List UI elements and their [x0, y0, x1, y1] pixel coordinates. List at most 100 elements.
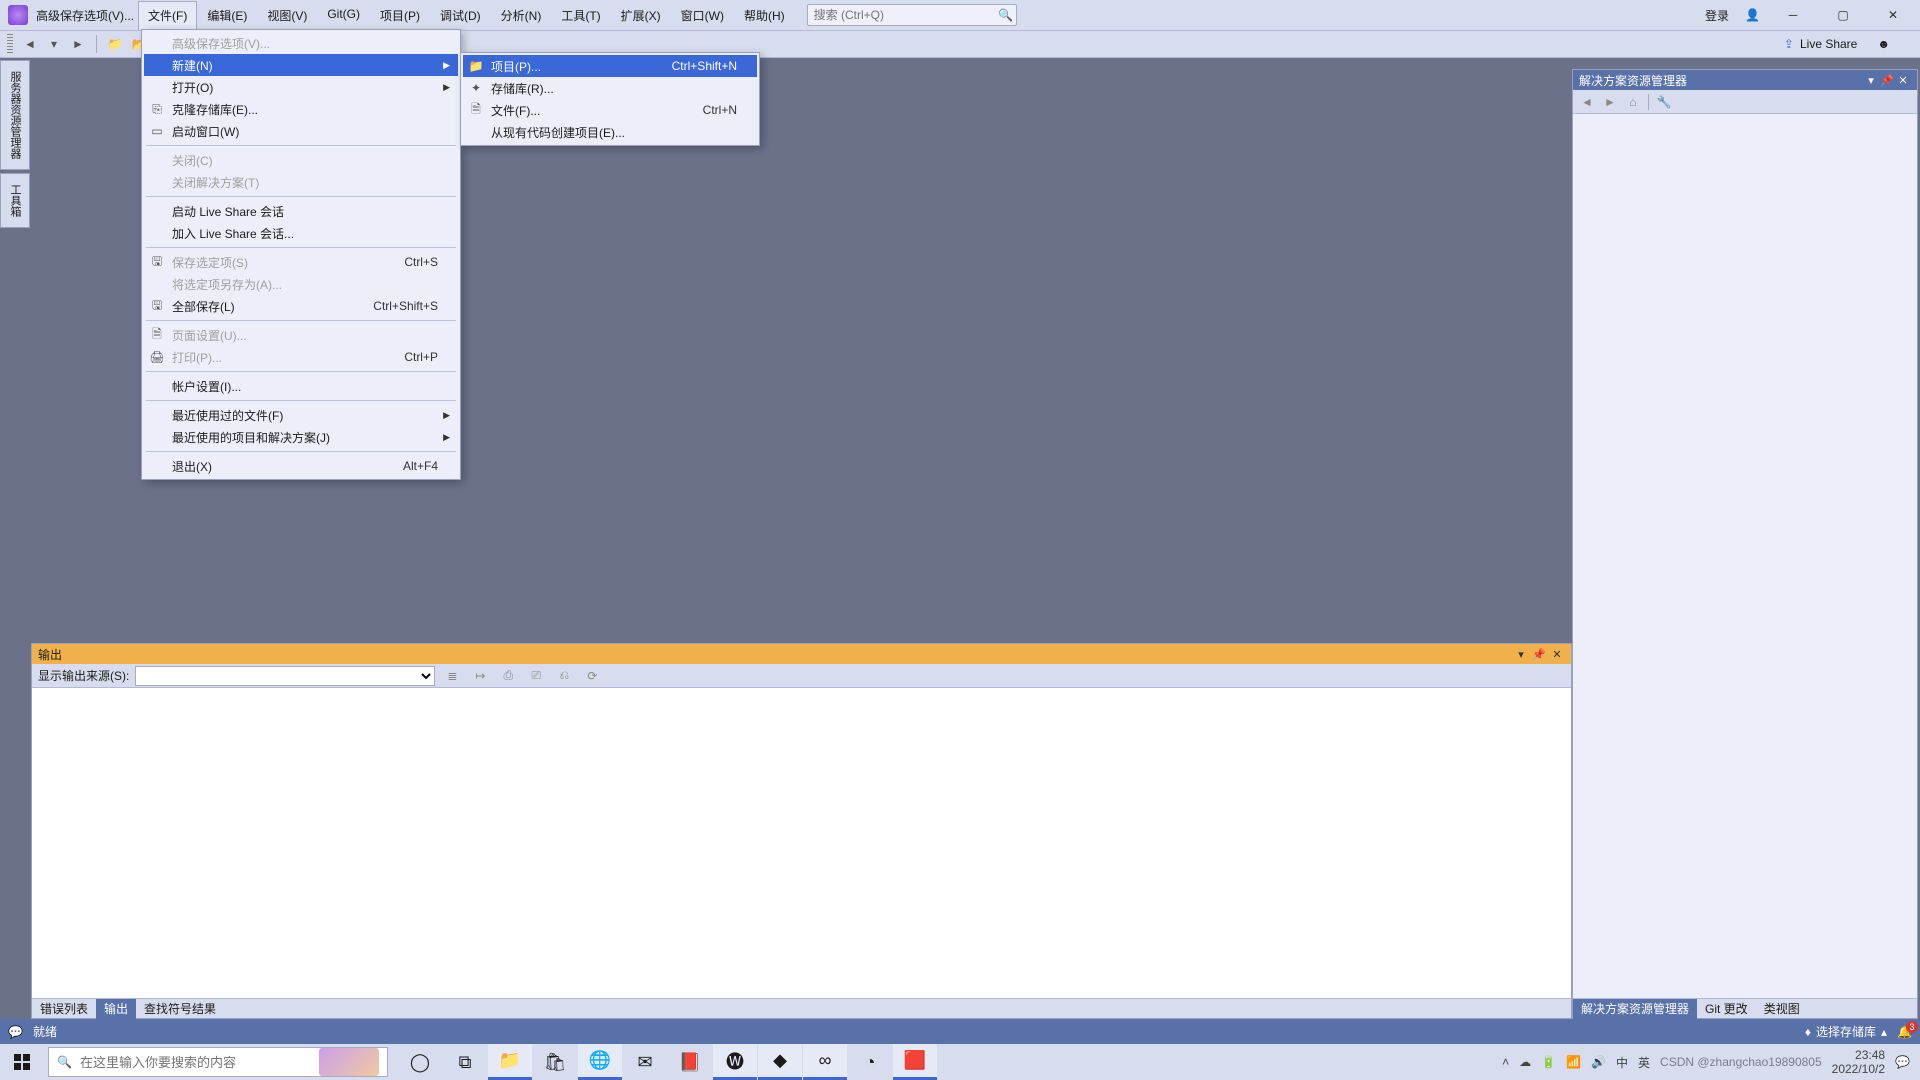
menu-start-liveshare[interactable]: 启动 Live Share 会话 — [144, 200, 458, 222]
liveshare-label[interactable]: Live Share — [1800, 37, 1857, 51]
close-button[interactable]: ✕ — [1870, 0, 1916, 30]
tab-find-symbol[interactable]: 查找符号结果 — [136, 999, 224, 1019]
menu-view[interactable]: 视图(V) — [257, 1, 317, 30]
global-search[interactable]: 🔍 — [807, 4, 1017, 26]
sln-dropdown-button[interactable]: ▾ — [1863, 72, 1879, 88]
sln-properties-button[interactable]: 🔧 — [1654, 92, 1674, 112]
menu-save-selected[interactable]: 🖫保存选定项(S)Ctrl+S — [144, 251, 458, 273]
new-project[interactable]: 📁项目(P)...Ctrl+Shift+N — [463, 55, 757, 77]
status-bell[interactable]: 🔔 3 — [1897, 1025, 1912, 1039]
status-repo[interactable]: ♦ 选择存储库 ▴ — [1805, 1023, 1887, 1040]
menu-start-window[interactable]: ▭启动窗口(W) — [144, 120, 458, 142]
signin-button[interactable]: 登录 — [1699, 3, 1735, 28]
output-btn-1[interactable]: ≣ — [441, 665, 463, 687]
app-store[interactable]: 🛍 — [533, 1044, 577, 1080]
start-button[interactable] — [0, 1044, 44, 1080]
menu-close[interactable]: 关闭(C) — [144, 149, 458, 171]
new-repo[interactable]: ✦存储库(R)... — [463, 77, 757, 99]
menu-clone-repo[interactable]: ⎘克隆存储库(E)... — [144, 98, 458, 120]
menu-close-solution[interactable]: 关闭解决方案(T) — [144, 171, 458, 193]
output-dropdown-button[interactable]: ▾ — [1513, 646, 1529, 662]
app-office[interactable]: 📕 — [668, 1044, 712, 1080]
menu-project[interactable]: 项目(P) — [370, 1, 430, 30]
nav-dropdown-button[interactable]: ▾ — [44, 34, 64, 54]
menu-new[interactable]: 新建(N)▶ — [144, 54, 458, 76]
tray-ime1[interactable]: 中 — [1616, 1054, 1628, 1071]
tray-overflow-icon[interactable]: ˄ — [1502, 1055, 1509, 1069]
output-btn-5[interactable]: ⎌ — [553, 665, 575, 687]
menu-open[interactable]: 打开(O)▶ — [144, 76, 458, 98]
app-wps[interactable]: 🅦 — [713, 1044, 757, 1080]
menu-tools[interactable]: 工具(T) — [551, 1, 610, 30]
tray-onedrive-icon[interactable]: ☁ — [1519, 1055, 1531, 1069]
sln-close-button[interactable]: ✕ — [1895, 72, 1911, 88]
tab-solution-explorer[interactable]: 解决方案资源管理器 — [1573, 999, 1697, 1019]
tab-output[interactable]: 输出 — [96, 999, 136, 1019]
sln-forward-button[interactable]: ► — [1600, 92, 1620, 112]
app-cortana[interactable]: ◯ — [398, 1044, 442, 1080]
output-pin-button[interactable]: 📌 — [1531, 646, 1547, 662]
menu-edit[interactable]: 编辑(E) — [197, 1, 257, 30]
maximize-button[interactable]: ▢ — [1820, 0, 1866, 30]
output-btn-2[interactable]: ↦ — [469, 665, 491, 687]
menu-print[interactable]: 🖨打印(P)...Ctrl+P — [144, 346, 458, 368]
app-tencent[interactable]: ◆ — [758, 1044, 802, 1080]
sln-home-button[interactable]: ⌂ — [1623, 92, 1643, 112]
taskbar-search[interactable]: 🔍 — [48, 1047, 388, 1077]
menu-join-liveshare[interactable]: 加入 Live Share 会话... — [144, 222, 458, 244]
menu-git[interactable]: Git(G) — [317, 1, 370, 30]
new-from-existing[interactable]: 从现有代码创建项目(E)... — [463, 121, 757, 143]
output-close-button[interactable]: ✕ — [1549, 646, 1565, 662]
feedback-icon[interactable]: ☻ — [1877, 37, 1890, 51]
new-file[interactable]: 🗎文件(F)...Ctrl+N — [463, 99, 757, 121]
menu-recent-files[interactable]: 最近使用过的文件(F)▶ — [144, 404, 458, 426]
menu-advanced-save[interactable]: 高级保存选项(V)... — [144, 32, 458, 54]
menu-exit[interactable]: 退出(X)Alt+F4 — [144, 455, 458, 477]
menu-file[interactable]: 文件(F) — [138, 1, 197, 30]
tab-toolbox[interactable]: 工具箱 — [0, 173, 30, 228]
tray-notifications-icon[interactable]: 💬 — [1895, 1055, 1910, 1069]
tab-git-changes[interactable]: Git 更改 — [1697, 999, 1756, 1019]
nav-forward-button[interactable]: ► — [68, 34, 88, 54]
menu-extensions[interactable]: 扩展(X) — [611, 1, 671, 30]
menu-save-all[interactable]: 🖫全部保存(L)Ctrl+Shift+S — [144, 295, 458, 317]
menu-window[interactable]: 窗口(W) — [671, 1, 734, 30]
minimize-button[interactable]: ─ — [1770, 0, 1816, 30]
tray-clock[interactable]: 23:48 2022/10/2 — [1832, 1048, 1885, 1077]
app-mail[interactable]: ✉ — [623, 1044, 667, 1080]
menu-page-setup[interactable]: 🗎页面设置(U)... — [144, 324, 458, 346]
tab-error-list[interactable]: 错误列表 — [32, 999, 96, 1019]
output-btn-3[interactable]: ⎙ — [497, 665, 519, 687]
global-search-input[interactable] — [808, 8, 996, 22]
menu-debug[interactable]: 调试(D) — [430, 1, 491, 30]
tray-wifi-icon[interactable]: 📶 — [1566, 1055, 1581, 1069]
signin-icon[interactable]: 👤 — [1739, 4, 1766, 26]
app-explorer[interactable]: 📁 — [488, 1044, 532, 1080]
menu-account-settings[interactable]: 帐户设置(I)... — [144, 375, 458, 397]
menu-save-as[interactable]: 将选定项另存为(A)... — [144, 273, 458, 295]
menu-help[interactable]: 帮助(H) — [734, 1, 795, 30]
tray-battery-icon[interactable]: 🔋 — [1541, 1055, 1556, 1069]
menu-analyze[interactable]: 分析(N) — [491, 1, 552, 30]
tab-class-view[interactable]: 类视图 — [1756, 999, 1808, 1019]
status-comment-icon[interactable]: 💬 — [8, 1025, 23, 1039]
output-source-select[interactable] — [135, 666, 435, 686]
menu-recent-projects[interactable]: 最近使用的项目和解决方案(J)▶ — [144, 426, 458, 448]
tab-server-explorer[interactable]: 服务器资源管理器 — [0, 60, 30, 170]
app-other[interactable]: 🟥 — [893, 1044, 937, 1080]
tray-volume-icon[interactable]: 🔊 — [1591, 1055, 1606, 1069]
liveshare-icon[interactable]: ⇪ — [1784, 37, 1794, 51]
tray-ime2[interactable]: 英 — [1638, 1054, 1650, 1071]
app-taskview[interactable]: ⧉ — [443, 1044, 487, 1080]
app-visualstudio[interactable]: ∞ — [803, 1044, 847, 1080]
output-btn-6[interactable]: ⟳ — [581, 665, 603, 687]
app-steam[interactable]: ◔ — [848, 1044, 892, 1080]
sln-pin-button[interactable]: 📌 — [1879, 72, 1895, 88]
app-edge[interactable]: 🌐 — [578, 1044, 622, 1080]
sln-body[interactable] — [1573, 114, 1917, 998]
new-project-button[interactable]: 📁 — [105, 34, 125, 54]
output-btn-4[interactable]: ⎚ — [525, 665, 547, 687]
sln-back-button[interactable]: ◄ — [1577, 92, 1597, 112]
taskbar-search-input[interactable] — [80, 1055, 315, 1070]
output-body[interactable] — [32, 688, 1571, 998]
